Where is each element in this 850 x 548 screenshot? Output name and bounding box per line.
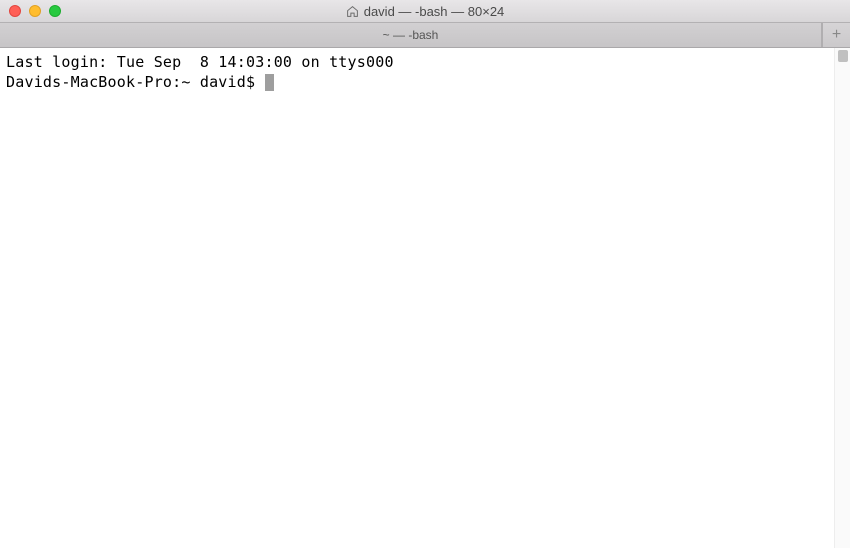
window-title-text: david — -bash — 80×24	[364, 4, 505, 19]
tab-active[interactable]: ~ — -bash	[0, 23, 822, 47]
terminal-area: Last login: Tue Sep 8 14:03:00 on ttys00…	[0, 48, 850, 548]
new-tab-button[interactable]: +	[822, 23, 850, 47]
minimize-button[interactable]	[29, 5, 41, 17]
scrollbar-thumb[interactable]	[838, 50, 848, 62]
zoom-button[interactable]	[49, 5, 61, 17]
shell-prompt: Davids-MacBook-Pro:~ david$	[6, 72, 264, 92]
home-icon	[346, 5, 359, 18]
terminal-content[interactable]: Last login: Tue Sep 8 14:03:00 on ttys00…	[0, 48, 834, 548]
last-login-line: Last login: Tue Sep 8 14:03:00 on ttys00…	[6, 53, 394, 71]
cursor	[265, 74, 274, 91]
close-button[interactable]	[9, 5, 21, 17]
traffic-lights	[0, 5, 61, 17]
window-title: david — -bash — 80×24	[0, 4, 850, 19]
window-titlebar: david — -bash — 80×24	[0, 0, 850, 23]
plus-icon: +	[832, 26, 841, 44]
scrollbar-track[interactable]	[834, 48, 850, 548]
tab-bar: ~ — -bash +	[0, 23, 850, 48]
tab-label: ~ — -bash	[383, 28, 439, 42]
